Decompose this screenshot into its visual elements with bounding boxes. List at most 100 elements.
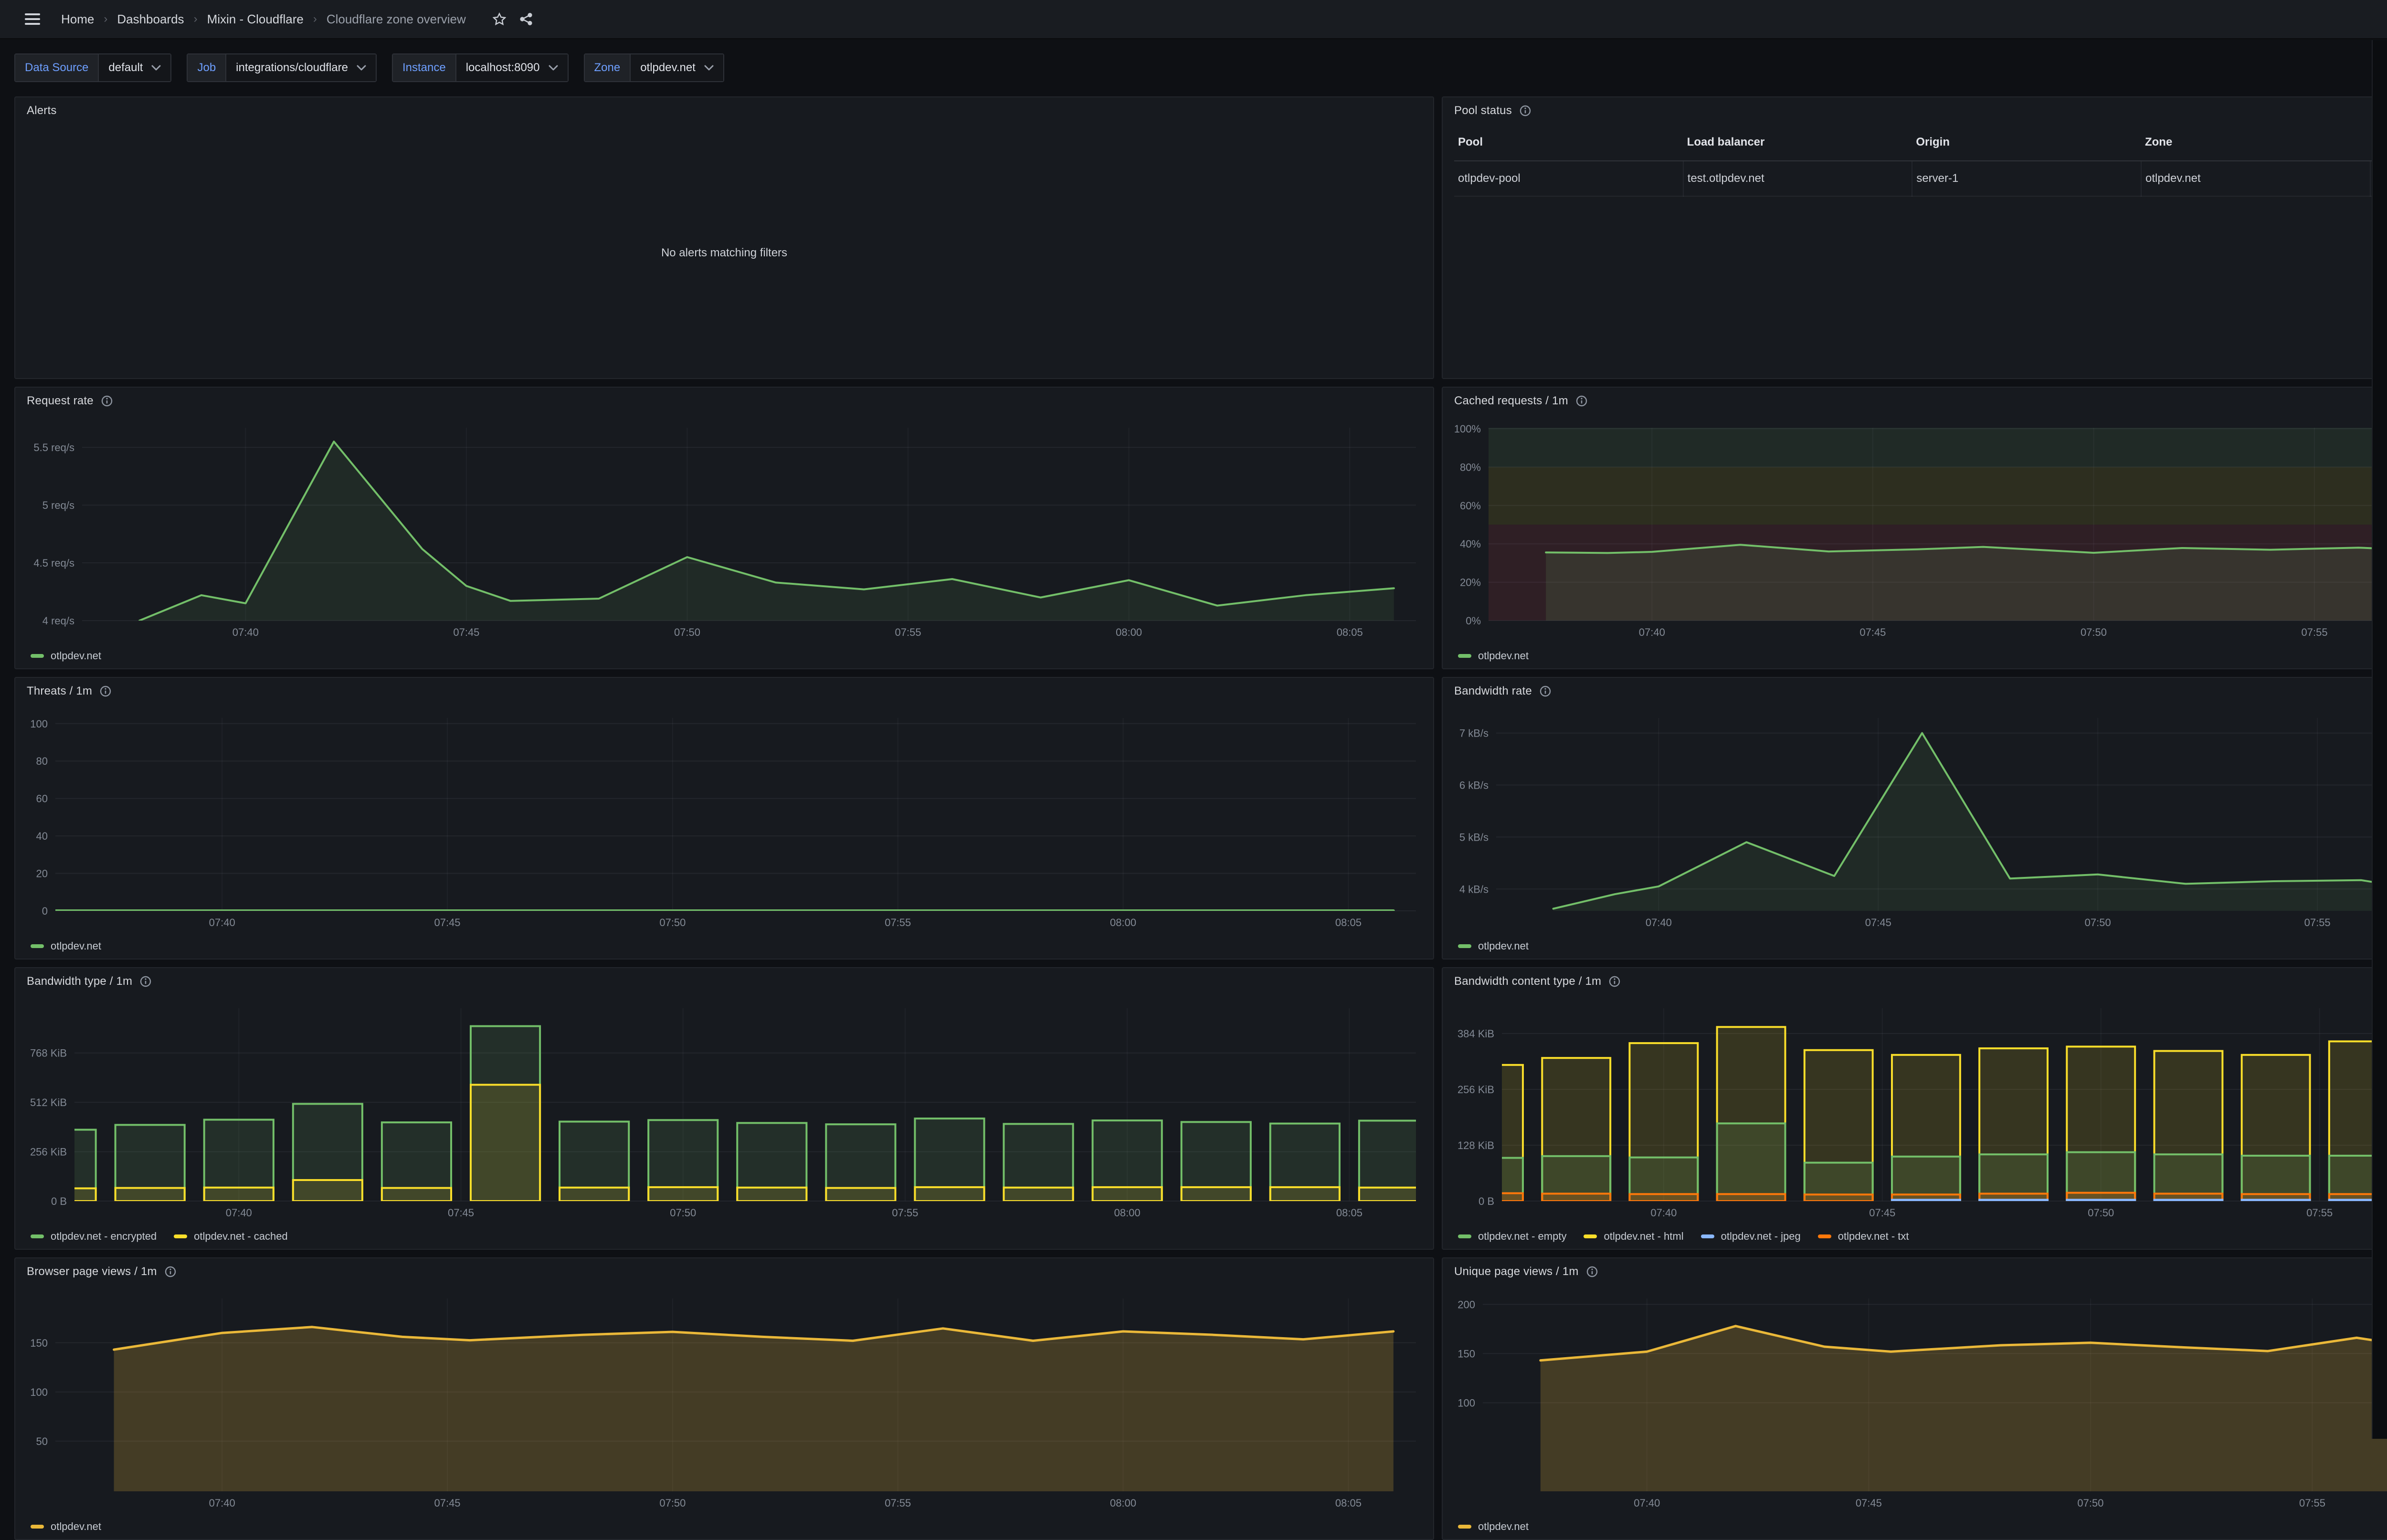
chevron-down-icon — [704, 65, 714, 71]
svg-text:07:50: 07:50 — [2085, 917, 2111, 928]
legend-swatch — [1458, 1525, 1471, 1529]
legend: otlpdev.net — [1458, 939, 1529, 954]
legend: otlpdev.net - encrypted otlpdev.net - cac… — [31, 1229, 288, 1244]
panel-title-threats[interactable]: Threats / 1m — [27, 685, 111, 698]
info-icon[interactable] — [1609, 976, 1620, 987]
svg-text:07:50: 07:50 — [2081, 626, 2107, 638]
info-icon[interactable] — [1520, 105, 1531, 116]
legend-swatch — [31, 1234, 44, 1238]
legend-item[interactable]: otlpdev.net — [1458, 940, 1529, 952]
info-icon[interactable] — [101, 395, 113, 407]
breadcrumb-separator: › — [313, 12, 317, 26]
svg-text:07:40: 07:40 — [1646, 917, 1672, 928]
legend-label: otlpdev.net — [1478, 1520, 1529, 1533]
star-icon[interactable] — [493, 12, 506, 26]
info-icon[interactable] — [140, 976, 151, 987]
breadcrumb-item[interactable]: Cloudflare zone overview — [327, 12, 466, 27]
pool-status-table: PoolLoad balancerOriginZoneRequestsHealt… — [1454, 136, 2387, 197]
column-header-pool[interactable]: Pool — [1454, 136, 1683, 161]
legend-item[interactable]: otlpdev.net - txt — [1818, 1230, 1909, 1243]
info-icon[interactable] — [1540, 686, 1551, 697]
svg-text:08:00: 08:00 — [1110, 1497, 1136, 1509]
panel-title-browser-page-views[interactable]: Browser page views / 1m — [27, 1265, 176, 1278]
table-cell: otlpdev-pool — [1454, 161, 1683, 196]
svg-text:08:05: 08:05 — [1337, 626, 1363, 638]
panel-title-cached-requests[interactable]: Cached requests / 1m — [1454, 394, 1587, 408]
info-icon[interactable] — [165, 1266, 176, 1277]
variable-value: localhost:8090 — [466, 61, 540, 74]
legend-swatch — [1458, 654, 1471, 658]
svg-text:07:55: 07:55 — [892, 1207, 918, 1219]
svg-text:256 KiB: 256 KiB — [1458, 1084, 1494, 1096]
panel-title-bandwidth-rate[interactable]: Bandwidth rate — [1454, 685, 1551, 698]
svg-text:07:50: 07:50 — [2088, 1207, 2114, 1219]
menu-icon[interactable] — [25, 13, 40, 25]
threats-chart[interactable]: 02040608010007:4007:4507:5007:5508:0008:… — [25, 712, 1424, 932]
panel-browser-page-views: Browser page views / 1m 5010015007:4007:… — [14, 1257, 1434, 1540]
variable-value-dropdown[interactable]: otlpdev.net — [631, 54, 723, 81]
legend-item[interactable]: otlpdev.net — [31, 1520, 101, 1533]
variables-bar: Data SourcedefaultJobintegrations/cloudf… — [0, 39, 2387, 96]
svg-text:07:55: 07:55 — [2306, 1207, 2333, 1219]
svg-text:20: 20 — [36, 868, 48, 880]
svg-text:07:50: 07:50 — [674, 626, 700, 638]
legend-item[interactable]: otlpdev.net — [31, 940, 101, 952]
svg-text:07:45: 07:45 — [448, 1207, 474, 1219]
variable-instance: Instancelocalhost:8090 — [392, 53, 569, 82]
legend-item[interactable]: otlpdev.net - cached — [174, 1230, 288, 1243]
legend-item[interactable]: otlpdev.net — [31, 650, 101, 662]
panel-title-pool-status[interactable]: Pool status — [1454, 104, 1531, 117]
column-header-zone[interactable]: Zone — [2141, 136, 2370, 161]
request-rate-chart[interactable]: 4 req/s4.5 req/s5 req/s5.5 req/s07:4007:… — [25, 422, 1424, 642]
table-cell: otlpdev.net — [2141, 161, 2370, 196]
legend-item[interactable]: otlpdev.net — [1458, 650, 1529, 662]
svg-text:5 kB/s: 5 kB/s — [1459, 831, 1489, 843]
svg-text:60: 60 — [36, 793, 48, 805]
legend-label: otlpdev.net - jpeg — [1721, 1230, 1801, 1243]
breadcrumb-item[interactable]: Mixin - Cloudflare — [207, 12, 304, 27]
cached-requests-chart[interactable]: 0%20%40%60%80%100%07:4007:4507:5007:5508… — [1452, 422, 2387, 642]
legend-item[interactable]: otlpdev.net - jpeg — [1701, 1230, 1801, 1243]
info-icon[interactable] — [1586, 1266, 1598, 1277]
svg-text:7 kB/s: 7 kB/s — [1459, 728, 1489, 739]
bandwidth-type-chart[interactable]: 0 B256 KiB512 KiB768 KiB07:4007:4507:500… — [25, 1002, 1424, 1222]
breadcrumb-item[interactable]: Home — [61, 12, 94, 27]
bandwidth-rate-chart[interactable]: 4 kB/s5 kB/s6 kB/s7 kB/s07:4007:4507:500… — [1452, 712, 2387, 932]
share-icon[interactable] — [519, 12, 533, 26]
panel-title-bandwidth-type[interactable]: Bandwidth type / 1m — [27, 975, 151, 988]
panel-bandwidth-content-type: Bandwidth content type / 1m 0 B128 KiB25… — [1442, 967, 2387, 1250]
variable-value-dropdown[interactable]: default — [99, 54, 170, 81]
scrollbar-track[interactable] — [2372, 40, 2387, 1439]
svg-text:07:50: 07:50 — [670, 1207, 696, 1219]
info-icon[interactable] — [1576, 395, 1587, 407]
panel-title-request-rate[interactable]: Request rate — [27, 394, 113, 408]
variable-value-dropdown[interactable]: integrations/cloudflare — [226, 54, 376, 81]
legend-swatch — [1458, 944, 1471, 948]
svg-text:100: 100 — [1458, 1397, 1475, 1409]
panel-alerts: Alerts No alerts matching filters — [14, 96, 1434, 379]
legend-item[interactable]: otlpdev.net - empty — [1458, 1230, 1566, 1243]
info-icon[interactable] — [100, 686, 111, 697]
legend-label: otlpdev.net - html — [1604, 1230, 1683, 1243]
bandwidth-content-type-chart[interactable]: 0 B128 KiB256 KiB384 KiB07:4007:4507:500… — [1452, 1002, 2387, 1222]
svg-text:07:55: 07:55 — [885, 1497, 911, 1509]
column-header-origin[interactable]: Origin — [1912, 136, 2141, 161]
svg-text:50: 50 — [36, 1435, 48, 1447]
svg-text:07:55: 07:55 — [2302, 626, 2328, 638]
column-header-load-balancer[interactable]: Load balancer — [1683, 136, 1912, 161]
legend-item[interactable]: otlpdev.net — [1458, 1520, 1529, 1533]
variable-value-dropdown[interactable]: localhost:8090 — [456, 54, 568, 81]
variable-value: otlpdev.net — [640, 61, 696, 74]
legend-item[interactable]: otlpdev.net - encrypted — [31, 1230, 157, 1243]
breadcrumb-item[interactable]: Dashboards — [117, 12, 184, 27]
legend-item[interactable]: otlpdev.net - html — [1584, 1230, 1683, 1243]
svg-text:07:40: 07:40 — [1639, 626, 1665, 638]
svg-text:07:45: 07:45 — [1856, 1497, 1882, 1509]
panel-title-alerts[interactable]: Alerts — [27, 104, 57, 117]
variable-value: integrations/cloudflare — [236, 61, 348, 74]
unique-page-views-chart[interactable]: 10015020007:4007:4507:5007:5508:0008:05 — [1452, 1293, 2387, 1512]
browser-page-views-chart[interactable]: 5010015007:4007:4507:5007:5508:0008:05 — [25, 1293, 1424, 1512]
legend: otlpdev.net — [1458, 1519, 1529, 1534]
panel-title-unique-page-views[interactable]: Unique page views / 1m — [1454, 1265, 1598, 1278]
panel-title-bandwidth-content-type[interactable]: Bandwidth content type / 1m — [1454, 975, 1620, 988]
